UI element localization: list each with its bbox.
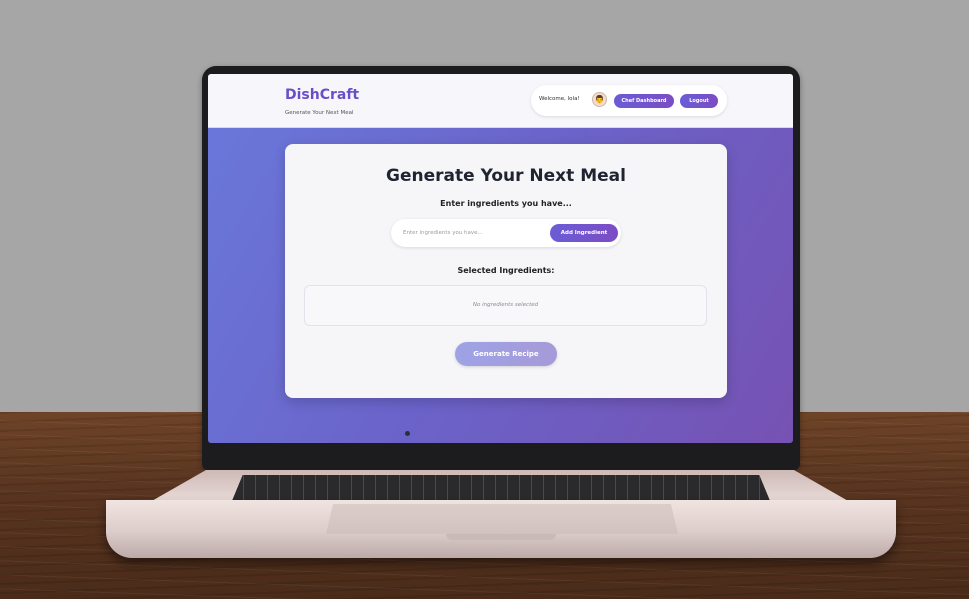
laptop-screen: DishCraft Generate Your Next Meal Welcom… (208, 74, 793, 443)
recipe-generator-card: Generate Your Next Meal Enter ingredient… (285, 144, 727, 398)
chef-dashboard-button[interactable]: Chef Dashboard (614, 94, 674, 108)
camera-dot (405, 431, 410, 436)
welcome-text: Welcome, lola! (539, 96, 580, 102)
page-title: Generate Your Next Meal (386, 166, 626, 186)
selected-ingredients-title: Selected Ingredients: (457, 266, 555, 275)
user-menu: Welcome, lola! 👨 Chef Dashboard Logout (531, 85, 727, 116)
lid-notch (446, 534, 556, 540)
ingredient-input-row: Add Ingredient (391, 219, 621, 247)
brand-logo[interactable]: DishCraft (285, 87, 359, 103)
logout-button[interactable]: Logout (680, 94, 718, 108)
ingredient-input[interactable] (399, 225, 557, 241)
brand-tagline: Generate Your Next Meal (285, 110, 354, 116)
keyboard (232, 475, 770, 501)
generate-recipe-button[interactable]: Generate Recipe (455, 342, 557, 366)
trackpad (326, 504, 678, 534)
chef-avatar-icon[interactable]: 👨 (592, 92, 607, 107)
empty-ingredients-text: No ingredients selected (472, 302, 539, 308)
navbar: DishCraft Generate Your Next Meal Welcom… (208, 74, 793, 128)
selected-ingredients-box: No ingredients selected (304, 285, 707, 326)
ingredient-prompt: Enter ingredients you have... (440, 199, 572, 208)
add-ingredient-button[interactable]: Add Ingredient (550, 224, 618, 242)
